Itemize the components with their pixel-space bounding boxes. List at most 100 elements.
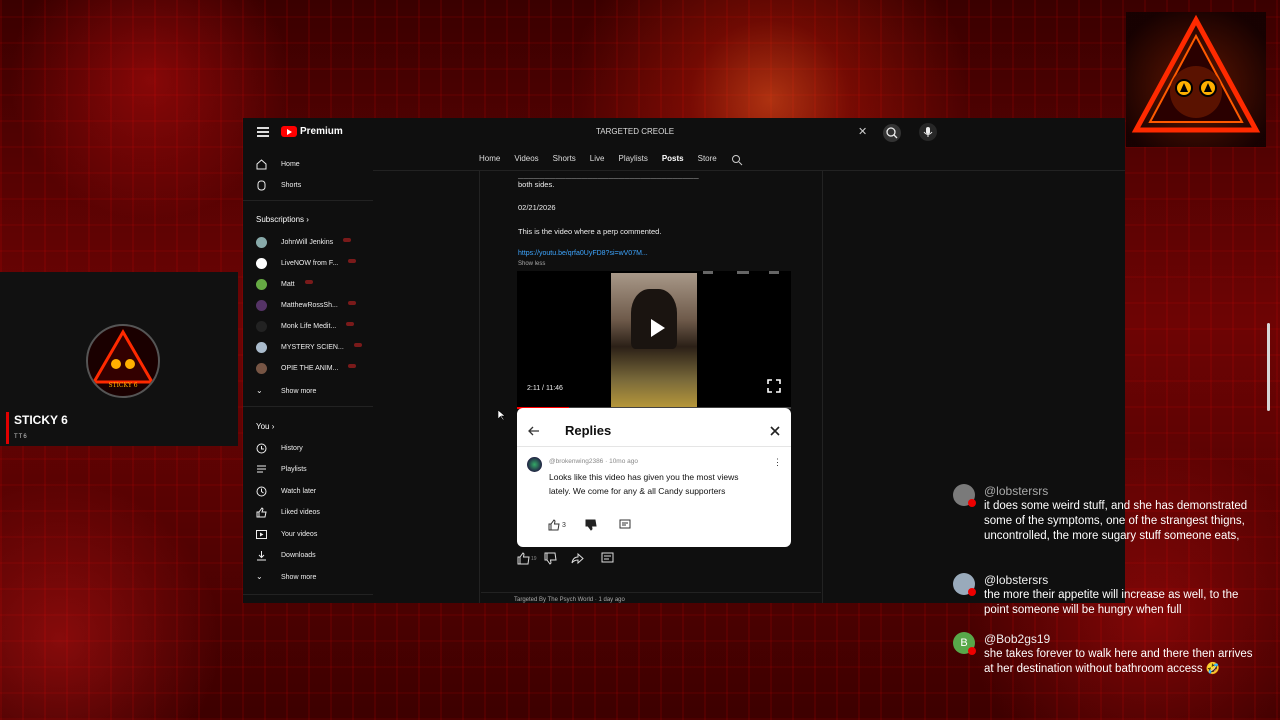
subscriptions-heading[interactable]: Subscriptions ›	[256, 215, 309, 224]
channel-avatar	[256, 278, 267, 290]
youtube-play-icon	[281, 126, 297, 137]
show-more-you[interactable]: ⌄ Show more	[256, 569, 316, 585]
chat-username: @lobstersrs	[984, 484, 1049, 498]
avatar-label: STICKY 6	[108, 382, 138, 389]
next-post-header[interactable]: Targeted By The Psych World · 1 day ago	[514, 597, 625, 603]
chevron-down-icon: ⌄	[256, 571, 263, 581]
close-icon[interactable]	[769, 425, 781, 437]
show-less-link[interactable]: Show less	[518, 261, 545, 267]
sidebar-item-liked-videos[interactable]: Liked videos	[256, 504, 320, 520]
sidebar-item-downloads[interactable]: Downloads	[256, 547, 316, 563]
share-icon[interactable]	[571, 552, 584, 565]
reply-text: Looks like this video has given you the …	[549, 472, 739, 496]
download-icon	[257, 550, 266, 560]
search-button[interactable]	[883, 124, 901, 142]
channel-avatar	[256, 257, 267, 269]
subscription-item[interactable]: JohnWill Jenkins	[256, 234, 352, 250]
sidebar-item-your-videos[interactable]: Your videos	[256, 526, 317, 542]
search-icon	[886, 127, 898, 139]
chat-text: it does some weird stuff, and she has de…	[984, 500, 1248, 542]
clear-search-icon[interactable]: ✕	[858, 123, 867, 141]
sidebar-item-home[interactable]: Home	[256, 156, 300, 172]
replies-panel: Replies @brokenwing2386 · 10mo ago ⋮ Loo…	[517, 408, 791, 547]
chat-username: @lobstersrs	[984, 573, 1049, 587]
youtube-logo[interactable]: Premium	[281, 126, 343, 137]
you-heading[interactable]: You ›	[256, 422, 274, 431]
fullscreen-icon[interactable]	[767, 379, 781, 393]
commenter-avatar[interactable]	[527, 457, 542, 472]
tab-store[interactable]: Store	[698, 154, 717, 168]
subscription-label: OPIE THE ANIM...	[281, 364, 339, 372]
search-input[interactable]: TARGETED CREOLE ✕	[588, 123, 878, 141]
sidebar-divider	[243, 594, 373, 595]
channel-tabs: Home Videos Shorts Live Playlists Posts …	[479, 154, 743, 168]
voice-search-button[interactable]	[919, 123, 937, 141]
your-videos-icon	[256, 529, 267, 539]
post-link[interactable]: https://youtu.be/qrfa0UyFD8?si=wV07M...	[518, 250, 648, 257]
tab-playlists[interactable]: Playlists	[618, 154, 647, 168]
tab-shorts[interactable]: Shorts	[553, 154, 576, 168]
youtube-badge-icon	[968, 647, 976, 655]
chat-message: @lobstersrs it does some weird stuff, an…	[953, 484, 1263, 564]
tab-home[interactable]: Home	[479, 154, 500, 168]
subscription-item[interactable]: LiveNOW from F...	[256, 255, 357, 271]
mic-icon	[923, 127, 933, 137]
subscription-item[interactable]: MatthewRossSh...	[256, 297, 356, 313]
streamer-panel: STICKY 6 STICKY 6 TT6	[0, 272, 238, 446]
subscription-item[interactable]: Monk Life Medit...	[256, 318, 355, 334]
thumbs-down-icon[interactable]	[585, 519, 597, 531]
subscription-item[interactable]: MYSTERY SCIEN...	[256, 339, 362, 355]
subscription-label: LiveNOW from F...	[281, 259, 339, 267]
channel-avatar	[256, 299, 267, 311]
video-player[interactable]: 2:11 / 11:46	[517, 271, 791, 407]
sidebar-label: History	[281, 444, 303, 452]
chat-message: B @Bob2gs19 she takes forever to walk he…	[953, 632, 1263, 698]
tab-posts[interactable]: Posts	[662, 154, 684, 168]
tab-live[interactable]: Live	[590, 154, 605, 168]
streamer-accent-bar	[6, 412, 9, 444]
post-divider	[481, 592, 821, 593]
post-date: 02/21/2026	[518, 203, 556, 212]
triangle-mask-icon	[1126, 12, 1266, 147]
play-icon[interactable]	[643, 315, 669, 341]
show-more-subscriptions[interactable]: ⌄ Show more	[256, 383, 316, 399]
logo-text: Premium	[300, 126, 343, 137]
replies-divider	[517, 446, 791, 447]
back-arrow-icon[interactable]	[527, 424, 541, 438]
page-scrollbar[interactable]	[1267, 323, 1270, 411]
streamer-subtitle: TT6	[14, 434, 28, 440]
thumbs-up-icon[interactable]	[517, 552, 530, 565]
reply-author[interactable]: @brokenwing2386 · 10mo ago	[549, 458, 638, 465]
home-icon	[256, 158, 267, 169]
subscription-item[interactable]: Matt	[256, 276, 313, 292]
playlist-icon	[257, 465, 266, 472]
reply-comment-icon[interactable]	[619, 519, 631, 531]
video-time: 2:11 / 11:46	[527, 385, 563, 392]
menu-icon[interactable]	[257, 127, 269, 137]
tab-videos[interactable]: Videos	[514, 154, 538, 168]
thumbs-down-icon[interactable]	[544, 552, 557, 565]
sidebar-label: Liked videos	[281, 508, 320, 516]
sidebar-item-playlists[interactable]: Playlists	[256, 461, 307, 477]
youtube-topbar: Premium TARGETED CREOLE ✕	[243, 118, 1125, 148]
channel-search-icon[interactable]	[731, 154, 743, 166]
sidebar: Home Shorts Subscriptions › JohnWill Jen…	[243, 148, 373, 603]
sidebar-item-shorts[interactable]: Shorts	[256, 177, 301, 193]
history-icon	[256, 443, 267, 453]
thumbs-up-icon[interactable]	[548, 519, 560, 531]
more-options-icon[interactable]: ⋮	[773, 457, 782, 468]
channel-avatar	[256, 341, 267, 353]
chat-username: @Bob2gs19	[984, 632, 1051, 646]
sidebar-label: Shorts	[281, 181, 302, 189]
show-more-label: Show more	[281, 573, 317, 581]
chat-text: she takes forever to walk here and there…	[984, 648, 1253, 675]
streamer-avatar: STICKY 6	[86, 324, 160, 398]
subscription-item[interactable]: OPIE THE ANIM...	[256, 360, 357, 376]
search-value: TARGETED CREOLE	[596, 127, 675, 136]
sidebar-divider	[243, 406, 373, 407]
channel-avatar	[256, 320, 267, 332]
sidebar-label: Home	[281, 160, 300, 168]
sidebar-item-watch-later[interactable]: Watch later	[256, 483, 316, 499]
sidebar-item-history[interactable]: History	[256, 440, 303, 456]
comment-icon[interactable]	[601, 552, 614, 565]
